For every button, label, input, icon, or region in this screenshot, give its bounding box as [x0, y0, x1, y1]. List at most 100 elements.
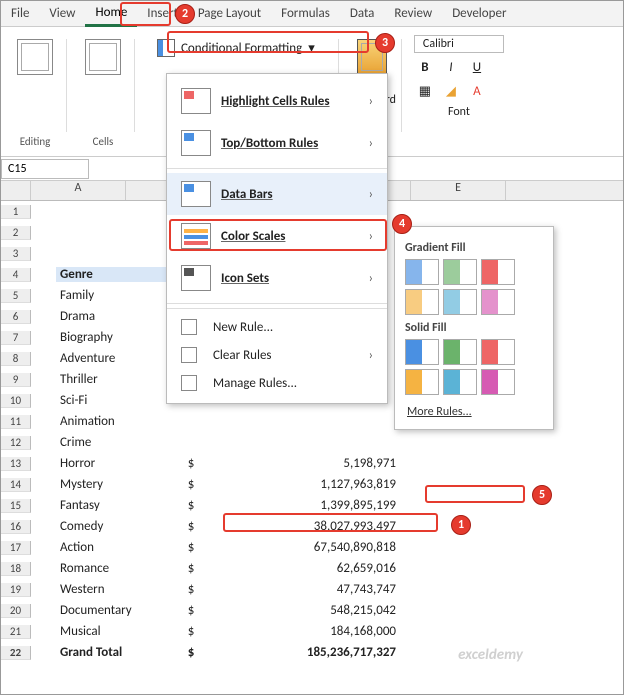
menu-tab-review[interactable]: Review	[384, 2, 442, 25]
menu-tab-view[interactable]: View	[39, 2, 85, 25]
cell[interactable]: Horror	[56, 456, 176, 471]
data-bar-swatch[interactable]	[481, 259, 515, 285]
row-number[interactable]: 13	[1, 457, 31, 471]
row-number[interactable]: 18	[1, 562, 31, 576]
row-number[interactable]: 15	[1, 499, 31, 513]
cell[interactable]: Fantasy	[56, 498, 176, 513]
cf-menu-item[interactable]: Icon Sets ›	[167, 257, 387, 299]
cell[interactable]: 1,127,963,819	[206, 477, 406, 492]
row-number[interactable]: 6	[1, 310, 31, 324]
cell[interactable]: Thriller	[56, 372, 176, 387]
data-bar-swatch[interactable]	[481, 369, 515, 395]
menu-tab-file[interactable]: File	[1, 2, 39, 25]
row-number[interactable]: 19	[1, 583, 31, 597]
data-bar-swatch[interactable]	[405, 259, 439, 285]
cell[interactable]: Crime	[56, 435, 176, 450]
underline-button[interactable]: U	[466, 57, 488, 77]
cell[interactable]: 38,027,993,497	[206, 519, 406, 534]
row-number[interactable]: 4	[1, 268, 31, 282]
cell[interactable]: Action	[56, 540, 176, 555]
cell[interactable]: Musical	[56, 624, 176, 639]
row-number[interactable]: 8	[1, 352, 31, 366]
cell[interactable]: 47,743,747	[206, 582, 406, 597]
editing-icon[interactable]	[17, 39, 53, 75]
cell[interactable]: Genre	[56, 267, 176, 282]
row-number[interactable]: 20	[1, 604, 31, 618]
manage-rules-item[interactable]: Manage Rules...	[167, 369, 387, 397]
cell[interactable]: $	[176, 540, 206, 555]
clear-rules-item[interactable]: Clear Rules›	[167, 341, 387, 369]
cell[interactable]: $	[176, 519, 206, 534]
cf-menu-item[interactable]: Top/Bottom Rules ›	[167, 122, 387, 164]
cell[interactable]: Grand Total	[56, 645, 176, 660]
cell[interactable]: 184,168,000	[206, 624, 406, 639]
cell[interactable]: Animation	[56, 414, 176, 429]
cell[interactable]: Mystery	[56, 477, 176, 492]
cell[interactable]: 185,236,717,327	[206, 645, 406, 660]
cell[interactable]: Sci-Fi	[56, 393, 176, 408]
cell[interactable]: Adventure	[56, 351, 176, 366]
row-number[interactable]: 1	[1, 205, 31, 219]
data-bar-swatch[interactable]	[405, 289, 439, 315]
cf-menu-item[interactable]: Color Scales ›	[167, 215, 387, 257]
fill-color-button[interactable]: ◢	[440, 81, 462, 101]
data-bar-swatch[interactable]	[481, 339, 515, 365]
font-name-select[interactable]: Calibri	[414, 35, 504, 53]
row-number[interactable]: 5	[1, 289, 31, 303]
cell[interactable]: $	[176, 561, 206, 576]
cell[interactable]: $	[176, 645, 206, 660]
cell[interactable]: 62,659,016	[206, 561, 406, 576]
cell[interactable]: $	[176, 582, 206, 597]
cell[interactable]: Biography	[56, 330, 176, 345]
italic-button[interactable]: I	[440, 57, 462, 77]
row-number[interactable]: 3	[1, 247, 31, 261]
row-number[interactable]: 10	[1, 394, 31, 408]
row-number[interactable]: 12	[1, 436, 31, 450]
cell[interactable]: Western	[56, 582, 176, 597]
row-number[interactable]: 9	[1, 373, 31, 387]
cell[interactable]: Drama	[56, 309, 176, 324]
menu-tab-developer[interactable]: Developer	[442, 2, 516, 25]
cell[interactable]: Family	[56, 288, 176, 303]
conditional-formatting-button[interactable]: Conditional Formatting ▾	[149, 35, 323, 61]
data-bar-swatch[interactable]	[443, 369, 477, 395]
data-bar-swatch[interactable]	[443, 259, 477, 285]
row-number[interactable]: 11	[1, 415, 31, 429]
cell[interactable]: Comedy	[56, 519, 176, 534]
cells-icon[interactable]	[85, 39, 121, 75]
row-number[interactable]: 22	[1, 646, 31, 660]
cf-menu-item[interactable]: Highlight Cells Rules ›	[167, 80, 387, 122]
cell[interactable]: 67,540,890,818	[206, 540, 406, 555]
col-header[interactable]	[1, 181, 31, 200]
col-header[interactable]: E	[411, 181, 506, 200]
cell[interactable]: 1,399,895,199	[206, 498, 406, 513]
cell[interactable]: $	[176, 603, 206, 618]
cell[interactable]: $	[176, 477, 206, 492]
more-rules-link[interactable]: More Rules...	[407, 405, 472, 419]
cf-menu-item[interactable]: Data Bars ›	[167, 173, 387, 215]
row-number[interactable]: 17	[1, 541, 31, 555]
name-box-input[interactable]	[1, 159, 89, 179]
menu-tab-formulas[interactable]: Formulas	[271, 2, 340, 25]
data-bar-swatch[interactable]	[405, 339, 439, 365]
row-number[interactable]: 2	[1, 226, 31, 240]
menu-tab-page-layout[interactable]: Page Layout	[188, 2, 271, 25]
cell[interactable]: $	[176, 456, 206, 471]
cell[interactable]: Romance	[56, 561, 176, 576]
cell[interactable]: 548,215,042	[206, 603, 406, 618]
data-bar-swatch[interactable]	[443, 289, 477, 315]
cell[interactable]: $	[176, 624, 206, 639]
row-number[interactable]: 14	[1, 478, 31, 492]
bold-button[interactable]: B	[414, 57, 436, 77]
menu-tab-data[interactable]: Data	[340, 2, 385, 25]
new-rule-item[interactable]: New Rule...	[167, 313, 387, 341]
menu-tab-home[interactable]: Home	[85, 1, 137, 27]
data-bar-swatch[interactable]	[443, 339, 477, 365]
border-button[interactable]: ▦	[414, 81, 436, 101]
col-header[interactable]: A	[31, 181, 126, 200]
row-number[interactable]: 16	[1, 520, 31, 534]
data-bar-swatch[interactable]	[405, 369, 439, 395]
row-number[interactable]: 21	[1, 625, 31, 639]
font-color-button[interactable]: A	[466, 81, 488, 101]
cell[interactable]: $	[176, 498, 206, 513]
